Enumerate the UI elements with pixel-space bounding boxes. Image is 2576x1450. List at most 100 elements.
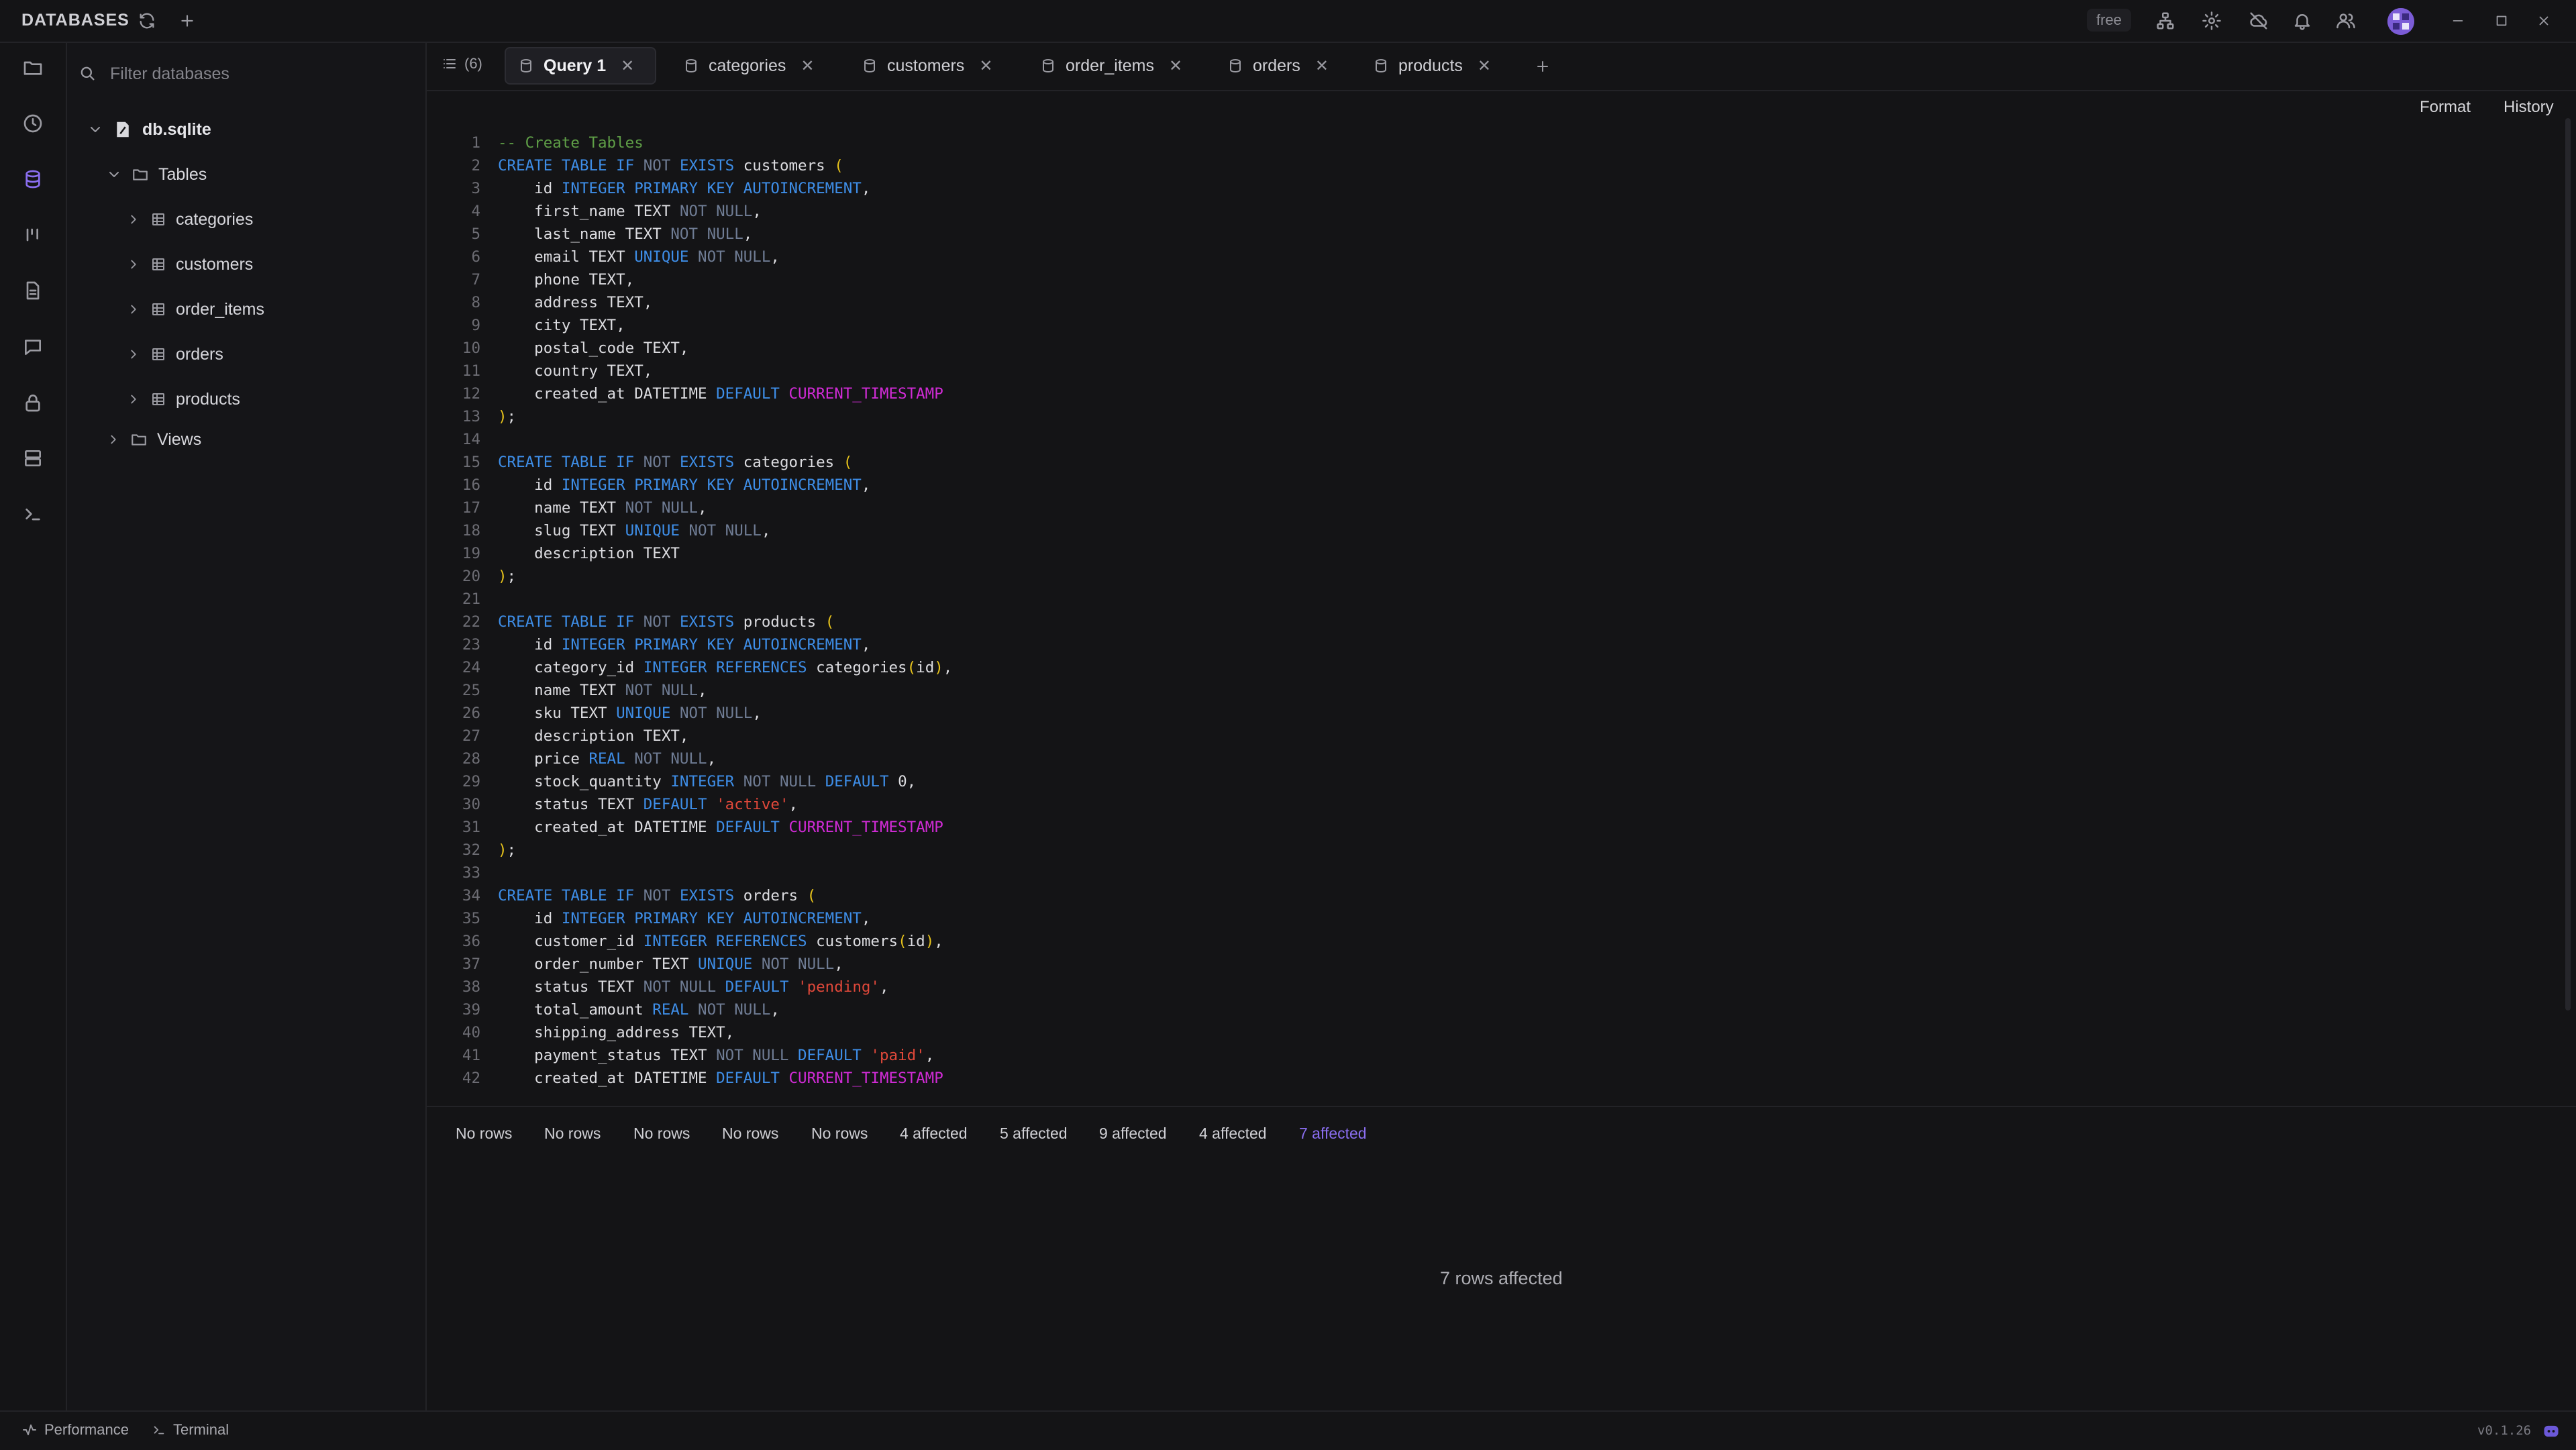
code-line[interactable]: phone TEXT,	[498, 268, 634, 291]
code-line[interactable]: price REAL NOT NULL,	[498, 747, 716, 770]
code-line[interactable]: first_name TEXT NOT NULL,	[498, 200, 762, 223]
code-line[interactable]: id INTEGER PRIMARY KEY AUTOINCREMENT,	[498, 633, 870, 656]
chat-button[interactable]	[19, 333, 47, 361]
result-tab[interactable]: 5 affected	[1000, 1125, 1068, 1143]
code-line[interactable]: created_at DATETIME DEFAULT CURRENT_TIME…	[498, 816, 943, 839]
result-tab[interactable]: No rows	[811, 1125, 868, 1143]
code-line[interactable]: city TEXT,	[498, 314, 625, 337]
tree-database[interactable]: db.sqlite	[87, 113, 211, 146]
tree-views-folder[interactable]: Views	[106, 423, 201, 456]
result-tab[interactable]: No rows	[544, 1125, 601, 1143]
tree-table-item[interactable]: customers	[126, 248, 253, 281]
code-line[interactable]: name TEXT NOT NULL,	[498, 679, 707, 702]
code-line[interactable]: CREATE TABLE IF NOT EXISTS orders (	[498, 884, 816, 907]
tab-categories[interactable]: categories ✕	[671, 47, 826, 85]
close-window-button[interactable]	[2532, 9, 2555, 32]
code-line[interactable]: payment_status TEXT NOT NULL DEFAULT 'pa…	[498, 1044, 934, 1067]
code-line[interactable]: CREATE TABLE IF NOT EXISTS customers (	[498, 154, 843, 177]
offline-button[interactable]	[2247, 9, 2270, 32]
settings-button[interactable]	[2200, 9, 2223, 32]
code-line[interactable]: description TEXT,	[498, 725, 688, 747]
result-tab-active[interactable]: 7 affected	[1299, 1125, 1367, 1143]
documents-button[interactable]	[19, 276, 47, 305]
result-tab[interactable]: 4 affected	[900, 1125, 968, 1143]
code-line[interactable]: total_amount REAL NOT NULL,	[498, 998, 780, 1021]
code-line[interactable]: -- Create Tables	[498, 132, 643, 154]
code-line[interactable]: );	[498, 565, 516, 588]
users-button[interactable]	[2334, 9, 2357, 32]
tab-query-1[interactable]: Query 1 ✕	[505, 47, 656, 85]
tree-table-item[interactable]: orders	[126, 338, 223, 371]
code-line[interactable]: );	[498, 405, 516, 428]
editor-scrollbar[interactable]	[2565, 118, 2571, 1011]
code-line[interactable]: id INTEGER PRIMARY KEY AUTOINCREMENT,	[498, 907, 870, 930]
terminal-button[interactable]: Terminal	[152, 1421, 229, 1439]
code-line[interactable]: created_at DATETIME DEFAULT CURRENT_TIME…	[498, 1067, 943, 1090]
history-button[interactable]: History	[2504, 98, 2554, 117]
discord-icon[interactable]	[2542, 1422, 2561, 1441]
code-line[interactable]: status TEXT DEFAULT 'active',	[498, 793, 798, 816]
close-tab-icon[interactable]: ✕	[621, 56, 634, 76]
add-database-button[interactable]	[176, 9, 199, 32]
servers-button[interactable]	[19, 444, 47, 472]
format-button[interactable]: Format	[2420, 98, 2471, 117]
code-line[interactable]: name TEXT NOT NULL,	[498, 497, 707, 519]
code-line[interactable]: description TEXT	[498, 542, 680, 565]
code-line[interactable]: order_number TEXT UNIQUE NOT NULL,	[498, 953, 843, 976]
security-button[interactable]	[19, 389, 47, 417]
result-tab[interactable]: No rows	[633, 1125, 690, 1143]
result-tab[interactable]: 4 affected	[1199, 1125, 1267, 1143]
code-line[interactable]: status TEXT NOT NULL DEFAULT 'pending',	[498, 976, 888, 998]
code-line[interactable]: );	[498, 839, 516, 862]
code-line[interactable]: country TEXT,	[498, 360, 652, 382]
code-line[interactable]: customer_id INTEGER REFERENCES customers…	[498, 930, 943, 953]
avatar[interactable]	[2387, 8, 2414, 35]
console-button[interactable]	[19, 500, 47, 528]
filter-databases-input[interactable]	[109, 58, 407, 90]
maximize-button[interactable]	[2490, 9, 2513, 32]
code-line[interactable]: CREATE TABLE IF NOT EXISTS categories (	[498, 451, 852, 474]
code-line[interactable]: id INTEGER PRIMARY KEY AUTOINCREMENT,	[498, 474, 870, 497]
code-line[interactable]: stock_quantity INTEGER NOT NULL DEFAULT …	[498, 770, 916, 793]
close-tab-icon[interactable]: ✕	[1315, 56, 1329, 76]
performance-button[interactable]: Performance	[21, 1421, 129, 1439]
minimize-button[interactable]	[2446, 9, 2469, 32]
close-tab-icon[interactable]: ✕	[979, 56, 992, 76]
schema-diagram-button[interactable]	[2154, 9, 2177, 32]
code-line[interactable]: slug TEXT UNIQUE NOT NULL,	[498, 519, 770, 542]
code-line[interactable]: id INTEGER PRIMARY KEY AUTOINCREMENT,	[498, 177, 870, 200]
code-line[interactable]: address TEXT,	[498, 291, 652, 314]
databases-button[interactable]	[19, 165, 47, 193]
result-tab[interactable]: No rows	[722, 1125, 778, 1143]
tree-table-item[interactable]: products	[126, 382, 240, 416]
history-panel-button[interactable]	[19, 109, 47, 138]
code-line[interactable]: CREATE TABLE IF NOT EXISTS products (	[498, 611, 834, 633]
result-tab[interactable]: No rows	[456, 1125, 512, 1143]
tab-orders[interactable]: orders ✕	[1215, 47, 1341, 85]
close-tab-icon[interactable]: ✕	[1169, 56, 1182, 76]
sql-editor[interactable]: Format History 1 -- Create Tables 2 CREATE …	[427, 91, 2576, 1104]
code-line[interactable]: postal_code TEXT,	[498, 337, 688, 360]
new-tab-button[interactable]	[1531, 55, 1554, 78]
close-tab-icon[interactable]: ✕	[801, 56, 814, 76]
code-line[interactable]: shipping_address TEXT,	[498, 1021, 734, 1044]
refresh-button[interactable]	[136, 9, 158, 32]
notifications-button[interactable]	[2291, 9, 2314, 32]
line-number: 40	[462, 1024, 480, 1041]
tab-products[interactable]: products ✕	[1361, 47, 1503, 85]
charts-button[interactable]	[19, 221, 47, 249]
code-line[interactable]: created_at DATETIME DEFAULT CURRENT_TIME…	[498, 382, 943, 405]
result-tab[interactable]: 9 affected	[1099, 1125, 1167, 1143]
tab-order-items[interactable]: order_items ✕	[1028, 47, 1194, 85]
code-line[interactable]: email TEXT UNIQUE NOT NULL,	[498, 246, 780, 268]
code-line[interactable]: sku TEXT UNIQUE NOT NULL,	[498, 702, 762, 725]
tree-table-item[interactable]: categories	[126, 203, 253, 236]
code-line[interactable]: last_name TEXT NOT NULL,	[498, 223, 752, 246]
tree-table-item[interactable]: order_items	[126, 293, 264, 326]
close-tab-icon[interactable]: ✕	[1478, 56, 1491, 76]
code-line[interactable]: category_id INTEGER REFERENCES categorie…	[498, 656, 952, 679]
tree-tables-folder[interactable]: Tables	[106, 158, 207, 191]
open-tabs-list-button[interactable]: (6)	[442, 55, 482, 72]
tab-customers[interactable]: customers ✕	[849, 47, 1004, 85]
files-button[interactable]	[19, 54, 47, 82]
